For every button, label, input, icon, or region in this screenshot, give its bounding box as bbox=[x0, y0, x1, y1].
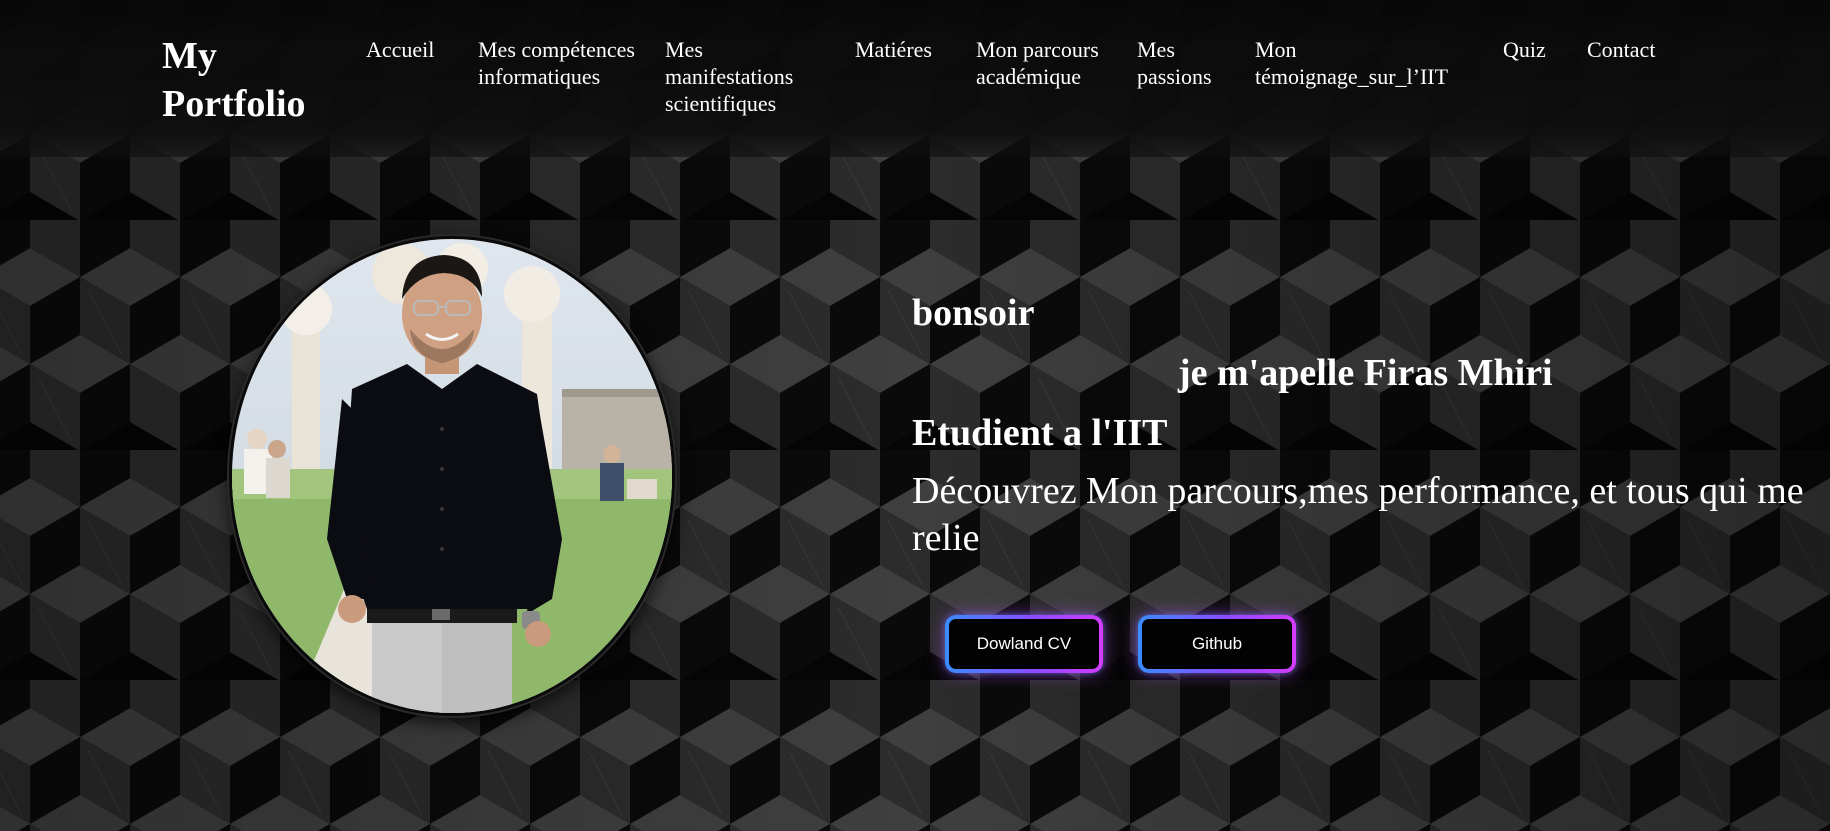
nav-item-temoignage[interactable]: Mon témoignage_sur_l’IIT bbox=[1255, 36, 1480, 90]
nav-item-contact[interactable]: Contact bbox=[1587, 36, 1687, 63]
greeting-text: bonsoir bbox=[912, 292, 1035, 334]
tagline-text: Découvrez Mon parcours,mes performance, … bbox=[912, 470, 1804, 559]
site-header: My Portfolio Accueil Mes compétences inf… bbox=[0, 0, 1830, 157]
profile-photo bbox=[229, 236, 675, 716]
download-cv-button[interactable]: Dowland CV bbox=[945, 615, 1103, 673]
nav-item-manifestations[interactable]: Mes manifestations scientifiques bbox=[665, 36, 825, 117]
nav-item-accueil[interactable]: Accueil bbox=[366, 36, 456, 63]
nav-item-competences[interactable]: Mes compétences informatiques bbox=[478, 36, 638, 90]
github-button[interactable]: Github bbox=[1138, 615, 1296, 673]
nav-item-quiz[interactable]: Quiz bbox=[1503, 36, 1563, 63]
nav-item-parcours[interactable]: Mon parcours académique bbox=[976, 36, 1106, 90]
role-heading: Etudient a l'IIT bbox=[912, 412, 1168, 454]
portfolio-page: My Portfolio Accueil Mes compétences inf… bbox=[0, 0, 1830, 831]
nav-item-matieres[interactable]: Matiéres bbox=[855, 36, 965, 63]
nav-item-passions[interactable]: Mes passions bbox=[1137, 36, 1237, 90]
site-logo[interactable]: My Portfolio bbox=[162, 32, 332, 128]
name-heading: je m'apelle Firas Mhiri bbox=[1178, 352, 1553, 394]
